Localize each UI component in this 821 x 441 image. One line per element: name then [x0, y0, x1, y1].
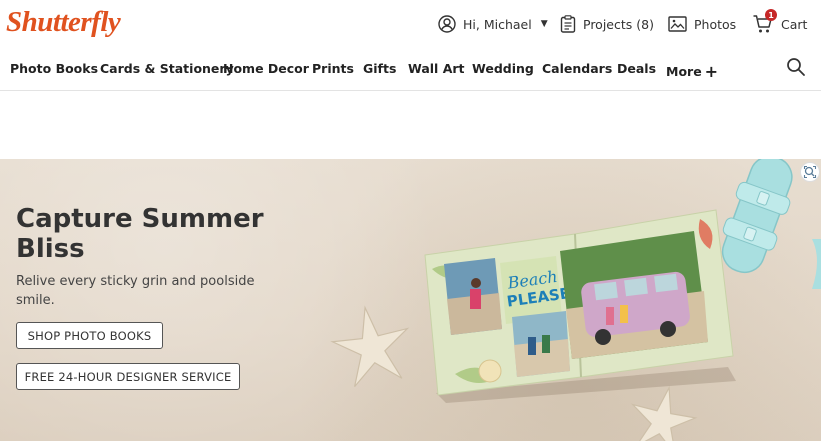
- clipboard-icon: [560, 15, 576, 33]
- photo-book: Beach PLEASE: [424, 209, 734, 396]
- cart-link[interactable]: 1 Cart: [752, 9, 808, 35]
- nav-home-decor[interactable]: Home Decor: [223, 61, 309, 76]
- chevron-down-icon: ▼: [540, 19, 548, 29]
- projects-label: Projects (8): [583, 16, 654, 32]
- shutterfly-logo[interactable]: Shutterfly: [6, 6, 121, 39]
- hero-title: Capture Summer Bliss: [16, 204, 264, 264]
- nav-wedding[interactable]: Wedding: [472, 61, 534, 76]
- cart-label: Cart: [781, 16, 808, 32]
- main-nav: Photo Books Cards & Stationery Home Deco…: [0, 50, 821, 91]
- nav-gifts[interactable]: Gifts: [363, 61, 396, 76]
- account-menu[interactable]: Hi, Michael ▼: [438, 13, 548, 35]
- sandal: [721, 159, 793, 274]
- nav-more[interactable]: More +: [666, 61, 719, 81]
- image-icon: [668, 16, 687, 32]
- starfish-bottom: [630, 385, 698, 441]
- nav-more-label: More: [666, 64, 702, 79]
- shop-photo-books-button[interactable]: SHOP PHOTO BOOKS: [16, 322, 163, 349]
- nav-photo-books[interactable]: Photo Books: [10, 61, 98, 76]
- designer-service-button[interactable]: FREE 24-HOUR DESIGNER SERVICE: [16, 363, 240, 390]
- account-label: Hi, Michael: [463, 16, 532, 32]
- hero-banner: Beach PLEASE Capture Summer Bliss Relive…: [0, 159, 821, 441]
- nav-cards-stationery[interactable]: Cards & Stationery: [100, 61, 234, 76]
- plus-icon: +: [704, 62, 719, 81]
- cart-count-badge: 1: [765, 9, 777, 21]
- hero-subtitle: Relive every sticky grin and poolside sm…: [16, 274, 255, 308]
- nav-deals[interactable]: Deals: [617, 61, 656, 76]
- projects-link[interactable]: Projects (8): [560, 13, 654, 35]
- user-circle-icon: [438, 15, 456, 33]
- cart-icon-wrap: 1: [752, 9, 777, 35]
- search-icon[interactable]: [786, 57, 806, 77]
- nav-prints[interactable]: Prints: [312, 61, 354, 76]
- top-bar: Shutterfly Hi, Michael ▼ Projects (8) Ph…: [0, 0, 821, 50]
- nav-wall-art[interactable]: Wall Art: [408, 61, 465, 76]
- photos-label: Photos: [694, 16, 737, 32]
- photos-link[interactable]: Photos: [668, 13, 736, 35]
- nav-calendars[interactable]: Calendars: [542, 61, 612, 76]
- zoom-icon[interactable]: [800, 162, 820, 182]
- starfish-left: [330, 305, 410, 388]
